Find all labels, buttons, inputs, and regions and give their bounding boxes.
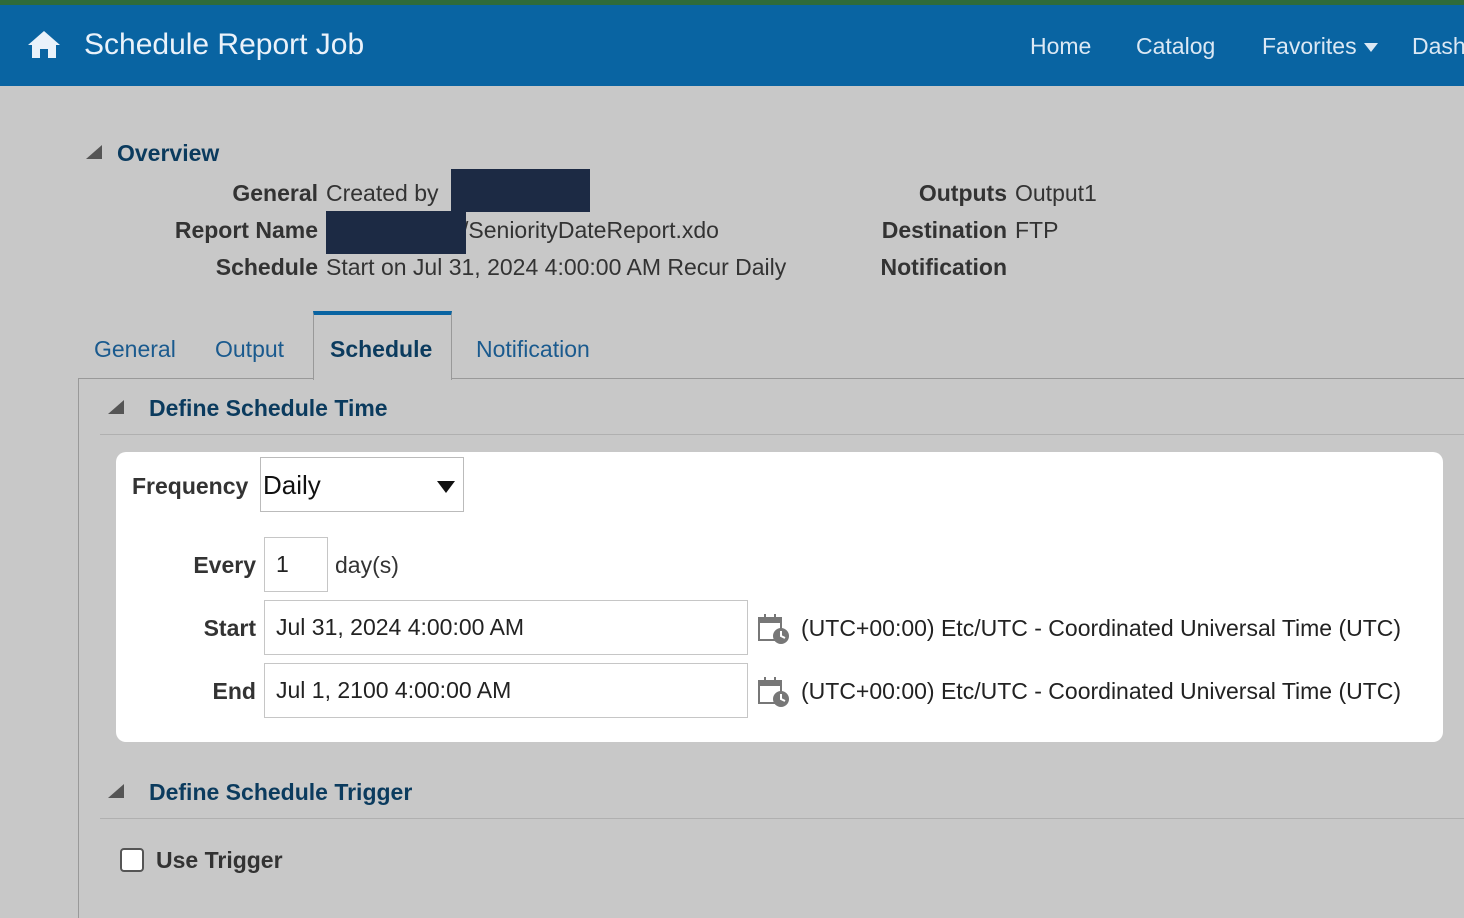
nav-favorites-menu[interactable]: Favorites [1262, 33, 1378, 60]
end-label: End [212, 678, 256, 704]
nav-catalog-link[interactable]: Catalog [1136, 33, 1215, 60]
general-value: Created by [326, 180, 439, 206]
define-schedule-trigger-title: Define Schedule Trigger [149, 779, 413, 805]
every-unit: day(s) [335, 552, 399, 578]
define-schedule-time-title: Define Schedule Time [149, 395, 388, 421]
overview-title: Overview [117, 140, 220, 166]
section-divider [100, 818, 1464, 819]
start-label: Start [203, 615, 256, 641]
redaction-block [451, 169, 590, 212]
schedule-label: Schedule [215, 254, 318, 280]
use-trigger-checkbox[interactable] [120, 848, 144, 872]
tab-notification[interactable]: Notification [476, 336, 590, 363]
tab-output[interactable]: Output [215, 336, 284, 363]
section-divider [100, 434, 1464, 435]
outputs-value: Output1 [1015, 180, 1097, 206]
schedule-value: Start on Jul 31, 2024 4:00:00 AM Recur D… [326, 254, 787, 280]
tab-divider [452, 378, 1464, 379]
page-title: Schedule Report Job [84, 28, 365, 61]
tab-general[interactable]: General [94, 336, 176, 363]
app-header: Schedule Report Job Home Catalog Favorit… [0, 5, 1464, 86]
tab-schedule[interactable]: Schedule [330, 336, 432, 363]
redaction-block [326, 211, 466, 254]
frequency-select-value: Daily [263, 470, 321, 500]
nav-home-link[interactable]: Home [1030, 33, 1091, 60]
nav-dashboards-link[interactable]: Dash [1412, 33, 1464, 60]
nav-favorites-label: Favorites [1262, 33, 1357, 59]
panel-border [78, 378, 79, 918]
collapse-triangle-icon[interactable] [108, 400, 124, 414]
chevron-down-icon [1363, 43, 1378, 53]
notification-label: Notification [880, 254, 1008, 280]
end-datetime-input[interactable]: Jul 1, 2100 4:00:00 AM [264, 663, 748, 718]
frequency-label: Frequency [132, 473, 249, 499]
every-label: Every [193, 552, 256, 578]
start-timezone: (UTC+00:00) Etc/UTC - Coordinated Univer… [801, 615, 1402, 641]
report-name-label: Report Name [174, 217, 318, 243]
chevron-down-icon [437, 481, 455, 493]
collapse-triangle-icon[interactable] [86, 145, 102, 159]
frequency-select[interactable]: Daily [260, 457, 464, 512]
home-icon[interactable] [26, 27, 62, 63]
tab-divider [78, 378, 314, 379]
every-input[interactable]: 1 [264, 537, 328, 592]
calendar-clock-icon[interactable] [757, 612, 791, 646]
end-timezone: (UTC+00:00) Etc/UTC - Coordinated Univer… [801, 678, 1402, 704]
collapse-triangle-icon[interactable] [108, 784, 124, 798]
outputs-label: Outputs [918, 180, 1007, 206]
start-datetime-input[interactable]: Jul 31, 2024 4:00:00 AM [264, 600, 748, 655]
use-trigger-label: Use Trigger [156, 847, 283, 873]
report-name-value: /SeniorityDateReport.xdo [462, 217, 719, 243]
destination-value: FTP [1015, 217, 1059, 243]
general-label: General [232, 180, 318, 206]
calendar-clock-icon[interactable] [757, 675, 791, 709]
destination-label: Destination [881, 217, 1007, 243]
